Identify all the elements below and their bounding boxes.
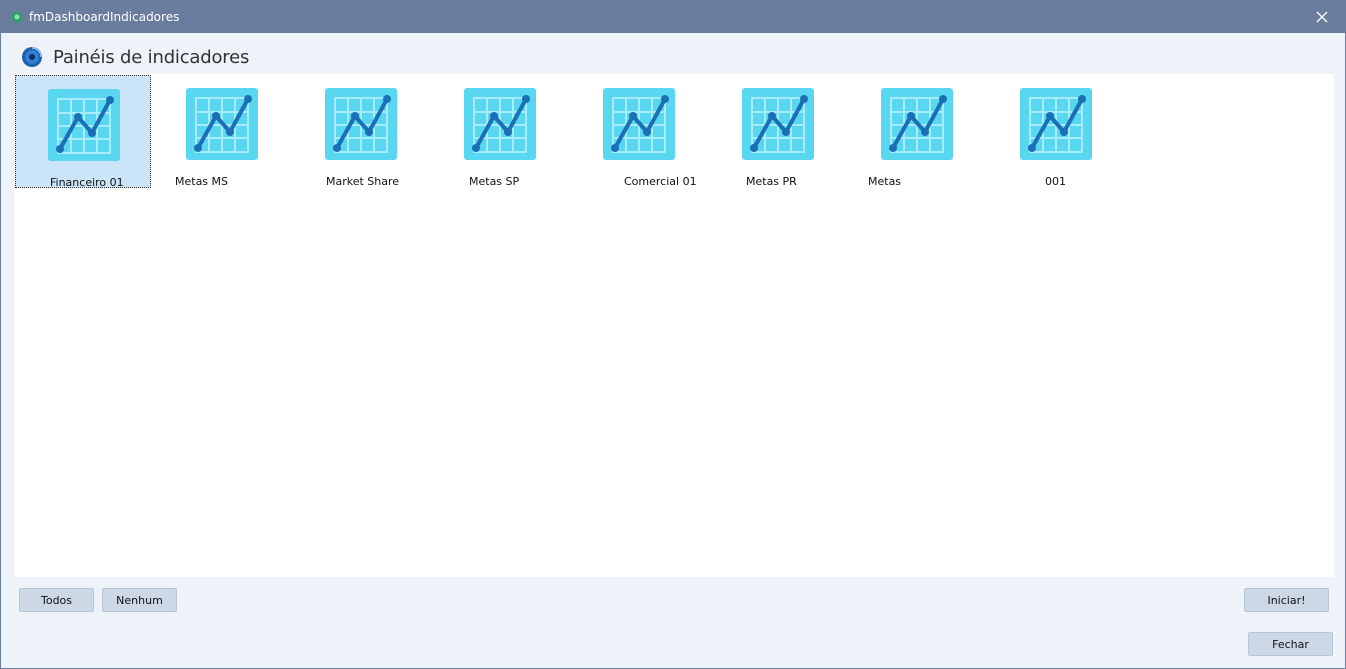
select-all-button[interactable]: Todos: [19, 588, 94, 612]
close-window-button[interactable]: [1299, 1, 1345, 33]
line-chart-icon: [464, 88, 536, 160]
line-chart-icon: [742, 88, 814, 160]
dashboard-item[interactable]: Metas SP: [432, 75, 568, 188]
dashboard-item-label: Metas PR: [746, 175, 797, 188]
close-button[interactable]: Fechar: [1248, 632, 1333, 656]
dashboard-item[interactable]: Metas PR: [710, 75, 846, 188]
window-title: fmDashboardIndicadores: [29, 10, 180, 24]
dashboard-item-label: Financeiro 01: [50, 176, 124, 189]
dashboard-item-label: Market Share: [326, 175, 400, 188]
title-bar: fmDashboardIndicadores: [1, 1, 1345, 33]
dashboard-item[interactable]: Market Share: [293, 75, 429, 188]
select-none-button[interactable]: Nenhum: [102, 588, 177, 612]
line-chart-icon: [881, 88, 953, 160]
line-chart-icon: [186, 88, 258, 160]
dashboard-item-label: Metas SP: [469, 175, 520, 188]
dashboard-item-label: Metas MS: [175, 175, 229, 188]
panel-header: Painéis de indicadores: [21, 43, 249, 71]
line-chart-icon: [48, 89, 120, 161]
line-chart-icon: [325, 88, 397, 160]
dashboard-item-label: 001: [1045, 175, 1066, 188]
close-icon: [1316, 11, 1328, 23]
dashboard-item[interactable]: 001: [988, 75, 1124, 188]
start-button[interactable]: Iniciar!: [1244, 588, 1329, 612]
dashboard-item[interactable]: Metas: [849, 75, 985, 188]
dashboard-list: Financeiro 01 Metas MS Market Share Metas S…: [14, 74, 1334, 577]
line-chart-icon: [1020, 88, 1092, 160]
dashboard-item[interactable]: Comercial 01: [571, 75, 707, 188]
dashboard-item[interactable]: Metas MS: [154, 75, 290, 188]
dashboard-window: fmDashboardIndicadores Painéis de indica…: [0, 0, 1346, 669]
dashboard-globe-icon: [22, 47, 42, 67]
dashboard-item[interactable]: Financeiro 01: [15, 75, 151, 189]
page-title: Painéis de indicadores: [53, 46, 250, 68]
line-chart-icon: [603, 88, 675, 160]
dashboard-item-label: Metas: [868, 175, 902, 188]
green-app-icon: [11, 11, 23, 23]
dashboard-item-label: Comercial 01: [624, 175, 697, 188]
